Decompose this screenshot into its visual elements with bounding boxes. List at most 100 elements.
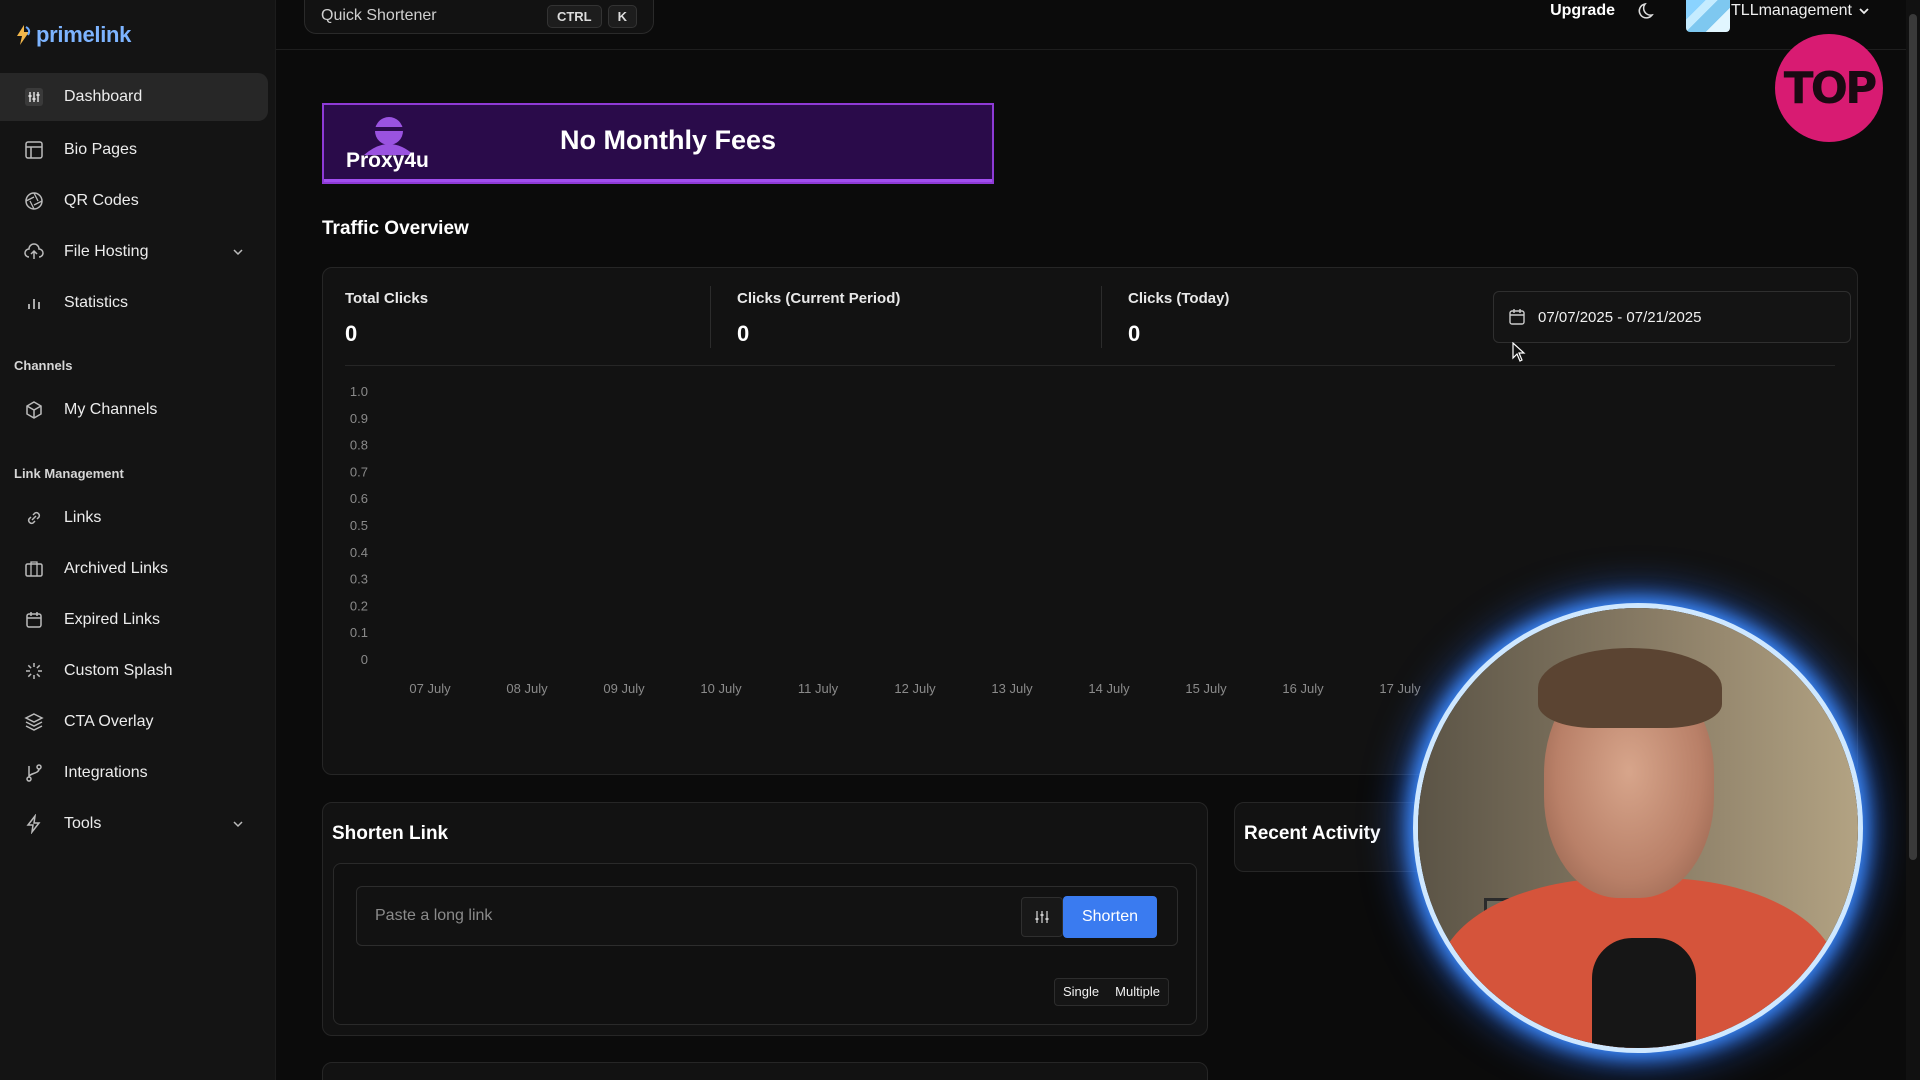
sidebar-item-label: Archived Links: [64, 560, 169, 577]
primelink-logo[interactable]: primelink: [14, 22, 131, 48]
card-divider: [345, 365, 1835, 366]
shorten-form: Shorten Single Multiple: [333, 863, 1197, 1025]
link-icon: [22, 506, 46, 530]
y-tick-label: 0.9: [350, 411, 368, 426]
sidebar-item-label: Custom Splash: [64, 662, 173, 679]
sidebar-item-bio-pages[interactable]: Bio Pages: [0, 126, 268, 174]
mode-multiple[interactable]: Multiple: [1107, 979, 1168, 1005]
x-tick-label: 09 July: [603, 681, 645, 696]
stat-value: 0: [737, 321, 750, 346]
stat-divider: [710, 286, 711, 348]
stat-clicks-current-period: Clicks (Current Period) 0: [737, 290, 900, 347]
date-range-picker[interactable]: 07/07/2025 - 07/21/2025: [1493, 291, 1851, 343]
lightning-icon: [22, 812, 46, 836]
banner-brand: Proxy4u: [346, 149, 429, 172]
stat-label: Clicks (Current Period): [737, 290, 901, 307]
x-tick-label: 16 July: [1282, 681, 1324, 696]
chevron-down-icon[interactable]: [230, 816, 246, 832]
stat-divider: [1101, 286, 1102, 348]
sidebar-item-tools[interactable]: Tools: [0, 800, 268, 848]
link-options-button[interactable]: [1021, 897, 1063, 937]
kbd-k: K: [607, 4, 637, 28]
lower-card: [322, 1062, 1208, 1080]
quick-shortener[interactable]: Quick Shortener CTRL K: [304, 0, 654, 34]
calendar-icon: [22, 608, 46, 632]
y-tick-label: 0.3: [350, 572, 368, 587]
microphone: [1592, 938, 1696, 1048]
x-tick-label: 08 July: [506, 681, 548, 696]
y-tick-label: 0.1: [350, 625, 368, 640]
cube-icon: [22, 398, 46, 422]
stat-clicks-today: Clicks (Today) 0: [1128, 290, 1229, 347]
sidebar-item-label: Bio Pages: [64, 141, 137, 158]
recent-activity-title: Recent Activity: [1244, 823, 1381, 844]
y-tick-label: 0.5: [350, 518, 368, 533]
long-link-input[interactable]: [357, 887, 1017, 945]
sidebar-item-my-channels[interactable]: My Channels: [0, 386, 268, 434]
stat-label: Clicks (Today): [1128, 290, 1230, 307]
stat-value: 0: [345, 321, 358, 346]
sidebar-item-label: File Hosting: [64, 243, 149, 260]
x-tick-label: 12 July: [894, 681, 936, 696]
sidebar-item-label: Dashboard: [64, 88, 143, 105]
x-tick-label: 14 July: [1088, 681, 1130, 696]
top-logo-badge: TOP: [1775, 34, 1883, 142]
shorten-button[interactable]: Shorten: [1063, 896, 1157, 938]
sidebar-item-label: Expired Links: [64, 611, 161, 628]
sidebar-item-statistics[interactable]: Statistics: [0, 279, 268, 327]
scrollbar-thumb[interactable]: [1909, 14, 1917, 860]
logo-text: primelink: [36, 22, 132, 47]
sidebar-item-file-hosting[interactable]: File Hosting: [0, 228, 268, 276]
long-link-field: Shorten: [356, 886, 1178, 946]
git-branch-icon: [22, 761, 46, 785]
y-tick-label: 1.0: [350, 384, 368, 399]
scrollbar[interactable]: [1906, 0, 1920, 1080]
mode-single[interactable]: Single: [1055, 979, 1107, 1005]
mouse-cursor-icon: [1512, 342, 1526, 362]
shorten-mode-toggle: Single Multiple: [1054, 978, 1169, 1006]
sidebar: primelink Dashboard Bio Pages QR Codes F…: [0, 0, 276, 1080]
x-tick-label: 17 July: [1379, 681, 1421, 696]
bar-chart-icon: [22, 291, 46, 315]
chevron-down-icon: [1859, 8, 1869, 15]
sidebar-item-custom-splash[interactable]: Custom Splash: [0, 647, 268, 695]
sidebar-item-label: QR Codes: [64, 192, 139, 209]
top-bar: Quick Shortener CTRL K Upgrade TLLmanage…: [276, 0, 1920, 50]
sidebar-item-integrations[interactable]: Integrations: [0, 749, 268, 797]
layout-icon: [22, 138, 46, 162]
recent-activity-card: Recent Activity: [1234, 802, 1444, 872]
y-tick-label: 0.8: [350, 438, 368, 453]
sidebar-item-links[interactable]: Links: [0, 494, 268, 542]
username-label: TLLmanagement: [1731, 2, 1852, 19]
calendar-icon: [1509, 309, 1525, 325]
banner-headline: No Monthly Fees: [560, 125, 777, 155]
archive-icon: [22, 557, 46, 581]
chevron-down-icon[interactable]: [230, 244, 246, 260]
avatar[interactable]: [1686, 0, 1730, 32]
dashboard-icon: [22, 85, 46, 109]
y-tick-label: 0.4: [350, 545, 368, 560]
section-channels: Channels: [14, 358, 73, 373]
sidebar-item-expired-links[interactable]: Expired Links: [0, 596, 268, 644]
upgrade-link[interactable]: Upgrade: [1550, 2, 1615, 20]
sidebar-item-cta-overlay[interactable]: CTA Overlay: [0, 698, 268, 746]
quick-shortener-label: Quick Shortener: [321, 7, 437, 24]
ad-banner[interactable]: Proxy4u No Monthly Fees: [322, 103, 994, 184]
stat-label: Total Clicks: [345, 290, 429, 307]
sidebar-item-qr-codes[interactable]: QR Codes: [0, 177, 268, 225]
y-tick-label: 0.6: [350, 491, 368, 506]
section-link-management: Link Management: [14, 466, 124, 481]
user-menu[interactable]: TLLmanagement: [1731, 2, 1870, 20]
moon-icon[interactable]: [1637, 0, 1659, 22]
shorten-link-card: Shorten Link Shorten Single Multiple: [322, 802, 1208, 1036]
sidebar-item-label: My Channels: [64, 401, 158, 418]
sidebar-item-archived-links[interactable]: Archived Links: [0, 545, 268, 593]
sidebar-item-dashboard[interactable]: Dashboard: [0, 73, 268, 121]
sliders-icon: [1035, 911, 1049, 923]
cloud-upload-icon: [22, 240, 46, 264]
sidebar-item-label: CTA Overlay: [64, 713, 154, 730]
presenter-hair: [1538, 648, 1722, 728]
loader-icon: [22, 659, 46, 683]
y-tick-label: 0.7: [350, 464, 368, 479]
traffic-overview-title: Traffic Overview: [322, 218, 469, 239]
